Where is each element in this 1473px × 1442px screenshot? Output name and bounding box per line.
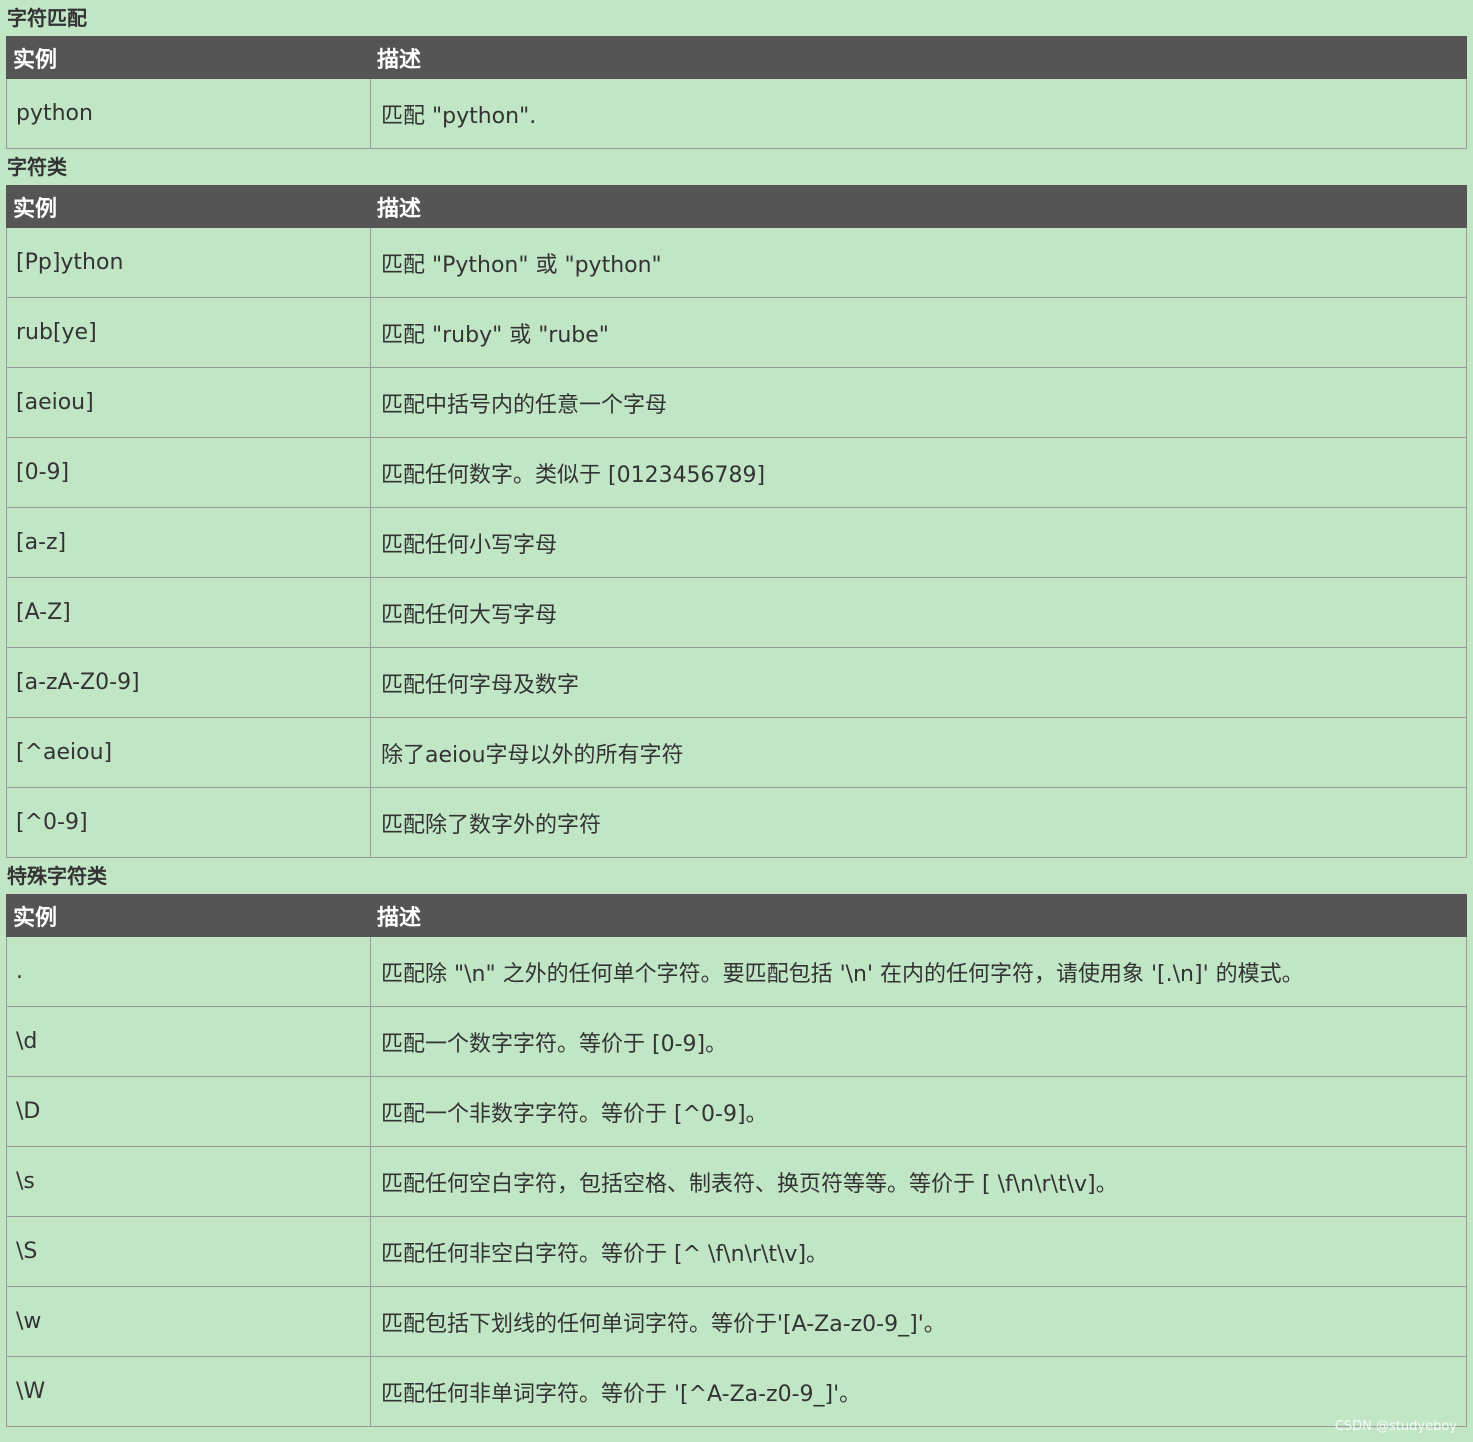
section-char-class: 字符类 实例 描述 [Pp]ython 匹配 "Python" 或 "pytho… <box>0 149 1473 858</box>
section-title: 特殊字符类 <box>7 864 107 888</box>
table-row: [^0-9] 匹配除了数字外的字符 <box>6 787 1467 858</box>
example-cell: [A-Z] <box>6 577 371 648</box>
table-row: [^aeiou] 除了aeiou字母以外的所有字符 <box>6 717 1467 788</box>
column-header-example: 实例 <box>6 185 371 228</box>
table-row: [a-z] 匹配任何小写字母 <box>6 507 1467 578</box>
table-row: rub[ye] 匹配 "ruby" 或 "rube" <box>6 297 1467 368</box>
column-header-description: 描述 <box>370 36 1467 79</box>
example-cell: [a-z] <box>6 507 371 578</box>
table-row: [a-zA-Z0-9] 匹配任何字母及数字 <box>6 647 1467 718</box>
description-cell: 匹配任何数字。类似于 [0123456789] <box>370 437 1467 508</box>
table-header-row: 实例 描述 <box>6 185 1467 228</box>
example-cell: [Pp]ython <box>6 227 371 298</box>
column-header-description: 描述 <box>370 894 1467 937</box>
example-cell: [^aeiou] <box>6 717 371 788</box>
regex-table: 实例 描述 python 匹配 "python". <box>6 36 1467 149</box>
table-row: [0-9] 匹配任何数字。类似于 [0123456789] <box>6 437 1467 508</box>
table-row: \S 匹配任何非空白字符。等价于 [^ \f\n\r\t\v]。 <box>6 1216 1467 1287</box>
description-cell: 匹配任何空白字符，包括空格、制表符、换页符等等。等价于 [ \f\n\r\t\v… <box>370 1146 1467 1217</box>
description-cell: 匹配任何非单词字符。等价于 '[^A-Za-z0-9_]'。 <box>370 1356 1467 1427</box>
description-cell: 匹配任何字母及数字 <box>370 647 1467 718</box>
section-title: 字符类 <box>7 155 67 179</box>
description-cell: 匹配任何非空白字符。等价于 [^ \f\n\r\t\v]。 <box>370 1216 1467 1287</box>
example-cell: [a-zA-Z0-9] <box>6 647 371 718</box>
section-special-char-class: 特殊字符类 实例 描述 . 匹配除 "\n" 之外的任何单个字符。要匹配包括 '… <box>0 858 1473 1427</box>
table-row: \w 匹配包括下划线的任何单词字符。等价于'[A-Za-z0-9_]'。 <box>6 1286 1467 1357</box>
description-cell: 匹配一个非数字字符。等价于 [^0-9]。 <box>370 1076 1467 1147</box>
description-cell: 匹配任何大写字母 <box>370 577 1467 648</box>
table-row: \d 匹配一个数字字符。等价于 [0-9]。 <box>6 1006 1467 1077</box>
table-row: \s 匹配任何空白字符，包括空格、制表符、换页符等等。等价于 [ \f\n\r\… <box>6 1146 1467 1217</box>
description-cell: 匹配 "ruby" 或 "rube" <box>370 297 1467 368</box>
description-cell: 匹配 "Python" 或 "python" <box>370 227 1467 298</box>
table-row: [A-Z] 匹配任何大写字母 <box>6 577 1467 648</box>
regex-table: 实例 描述 . 匹配除 "\n" 之外的任何单个字符。要匹配包括 '\n' 在内… <box>6 894 1467 1427</box>
table-row: \D 匹配一个非数字字符。等价于 [^0-9]。 <box>6 1076 1467 1147</box>
table-row: python 匹配 "python". <box>6 78 1467 149</box>
table-row: [aeiou] 匹配中括号内的任意一个字母 <box>6 367 1467 438</box>
description-cell: 匹配一个数字字符。等价于 [0-9]。 <box>370 1006 1467 1077</box>
table-row: . 匹配除 "\n" 之外的任何单个字符。要匹配包括 '\n' 在内的任何字符，… <box>6 936 1467 1007</box>
example-cell: \S <box>6 1216 371 1287</box>
column-header-description: 描述 <box>370 185 1467 228</box>
description-cell: 匹配中括号内的任意一个字母 <box>370 367 1467 438</box>
example-cell: \s <box>6 1146 371 1217</box>
column-header-example: 实例 <box>6 894 371 937</box>
description-cell: 匹配 "python". <box>370 78 1467 149</box>
table-header-row: 实例 描述 <box>6 894 1467 937</box>
table-row: \W 匹配任何非单词字符。等价于 '[^A-Za-z0-9_]'。 <box>6 1356 1467 1427</box>
table-header-row: 实例 描述 <box>6 36 1467 79</box>
description-cell: 匹配除 "\n" 之外的任何单个字符。要匹配包括 '\n' 在内的任何字符，请使… <box>370 936 1467 1007</box>
regex-table: 实例 描述 [Pp]ython 匹配 "Python" 或 "python" r… <box>6 185 1467 858</box>
example-cell: [aeiou] <box>6 367 371 438</box>
table-row: [Pp]ython 匹配 "Python" 或 "python" <box>6 227 1467 298</box>
example-cell: \W <box>6 1356 371 1427</box>
example-cell: \w <box>6 1286 371 1357</box>
section-char-match: 字符匹配 实例 描述 python 匹配 "python". <box>0 0 1473 149</box>
description-cell: 除了aeiou字母以外的所有字符 <box>370 717 1467 788</box>
example-cell: [^0-9] <box>6 787 371 858</box>
example-cell: \D <box>6 1076 371 1147</box>
example-cell: . <box>6 936 371 1007</box>
example-cell: python <box>6 78 371 149</box>
description-cell: 匹配除了数字外的字符 <box>370 787 1467 858</box>
example-cell: \d <box>6 1006 371 1077</box>
watermark: CSDN @studyeboy <box>1334 1419 1457 1434</box>
description-cell: 匹配包括下划线的任何单词字符。等价于'[A-Za-z0-9_]'。 <box>370 1286 1467 1357</box>
description-cell: 匹配任何小写字母 <box>370 507 1467 578</box>
example-cell: rub[ye] <box>6 297 371 368</box>
section-title: 字符匹配 <box>7 6 87 30</box>
column-header-example: 实例 <box>6 36 371 79</box>
example-cell: [0-9] <box>6 437 371 508</box>
